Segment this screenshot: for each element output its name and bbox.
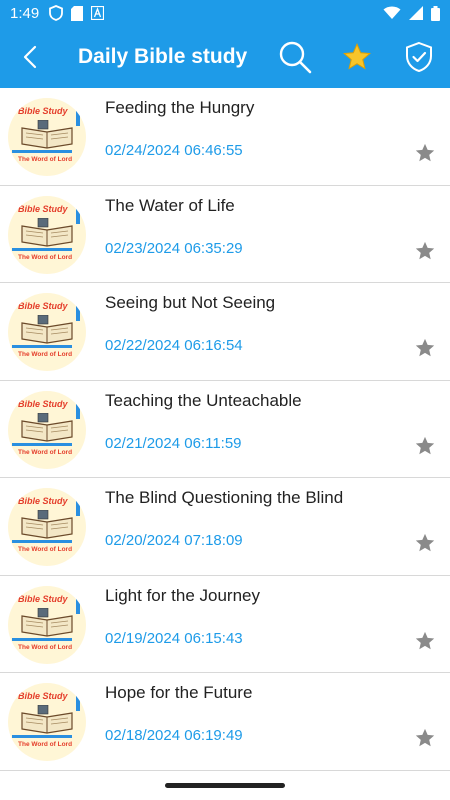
item-title: Teaching the Unteachable: [105, 390, 302, 410]
item-date: 02/20/2024 07:18:09: [105, 532, 243, 549]
star-icon[interactable]: [414, 532, 436, 554]
bible-study-thumbnail: Bible Study The Word of Lord: [8, 195, 86, 274]
star-icon[interactable]: [414, 240, 436, 262]
star-icon[interactable]: [414, 630, 436, 652]
privacy-button[interactable]: [388, 26, 450, 88]
bible-study-thumbnail: Bible Study The Word of Lord: [8, 293, 86, 371]
status-icons: [49, 5, 105, 21]
item-title: The Blind Questioning the Blind: [105, 488, 344, 507]
list-item[interactable]: Bible Study The Word of Lord Light for t…: [0, 576, 450, 673]
page-title: Daily Bible study: [78, 45, 248, 68]
study-list: Bible Study The Word of Lord Feeding the…: [0, 88, 450, 771]
star-icon[interactable]: [414, 435, 436, 457]
item-date: 02/24/2024 06:46:55: [105, 142, 243, 159]
open-book-icon: [21, 120, 73, 149]
item-title: Hope for the Future: [105, 683, 253, 702]
wifi-icon: [383, 6, 401, 19]
search-button[interactable]: [264, 26, 326, 88]
open-book-icon: [21, 412, 73, 442]
item-title: The Water of Life: [105, 195, 235, 215]
bible-study-thumbnail: Bible Study The Word of Lord: [8, 585, 86, 664]
star-icon[interactable]: [414, 727, 436, 749]
search-icon: [279, 41, 312, 74]
open-book-icon: [21, 315, 73, 344]
signal-icon: [409, 6, 423, 20]
back-button[interactable]: [0, 26, 60, 88]
list-item[interactable]: Bible Study The Word of Lord Hope for th…: [0, 673, 450, 771]
status-time: 1:49: [10, 4, 40, 22]
item-title: Feeding the Hungry: [105, 98, 255, 117]
list-item[interactable]: Bible Study The Word of Lord The Water o…: [0, 186, 450, 283]
item-date: 02/22/2024 06:16:54: [105, 337, 243, 354]
font-a-icon: [91, 6, 105, 20]
item-date: 02/21/2024 06:11:59: [105, 434, 242, 452]
open-book-icon: [21, 217, 73, 247]
item-date: 02/23/2024 06:35:29: [105, 239, 243, 257]
item-date: 02/18/2024 06:19:49: [105, 727, 243, 744]
open-book-icon: [21, 705, 73, 734]
item-title: Seeing but Not Seeing: [105, 293, 276, 312]
back-arrow-icon: [23, 45, 37, 69]
sd-card-icon: [71, 5, 84, 21]
list-item[interactable]: Bible Study The Word of Lord Seeing but …: [0, 283, 450, 381]
bible-study-thumbnail: Bible Study The Word of Lord: [8, 488, 86, 566]
home-gesture-handle[interactable]: [165, 783, 285, 788]
favorites-button[interactable]: [326, 26, 388, 88]
bible-study-thumbnail: Bible Study The Word of Lord: [8, 98, 86, 176]
bible-study-thumbnail: Bible Study The Word of Lord: [8, 683, 86, 761]
star-icon[interactable]: [414, 142, 436, 164]
shield-check-icon: [406, 41, 432, 73]
open-book-icon: [21, 607, 73, 637]
bible-study-thumbnail: Bible Study The Word of Lord: [8, 390, 86, 469]
list-item[interactable]: Bible Study The Word of Lord Teaching th…: [0, 381, 450, 478]
shield-status-icon: [49, 5, 64, 21]
status-bar: 1:49: [0, 0, 450, 26]
item-title: Light for the Journey: [105, 585, 260, 605]
app-bar: Daily Bible study: [0, 26, 450, 88]
open-book-icon: [21, 510, 73, 539]
item-date: 02/19/2024 06:15:43: [105, 629, 243, 647]
battery-icon: [431, 5, 440, 21]
app-bar-actions: [264, 26, 450, 88]
list-item[interactable]: Bible Study The Word of Lord The Blind Q…: [0, 478, 450, 576]
list-item[interactable]: Bible Study The Word of Lord Feeding the…: [0, 88, 450, 186]
star-icon[interactable]: [414, 337, 436, 359]
system-nav-bar: [0, 772, 450, 800]
status-right: [383, 5, 440, 21]
star-icon: [343, 42, 371, 70]
